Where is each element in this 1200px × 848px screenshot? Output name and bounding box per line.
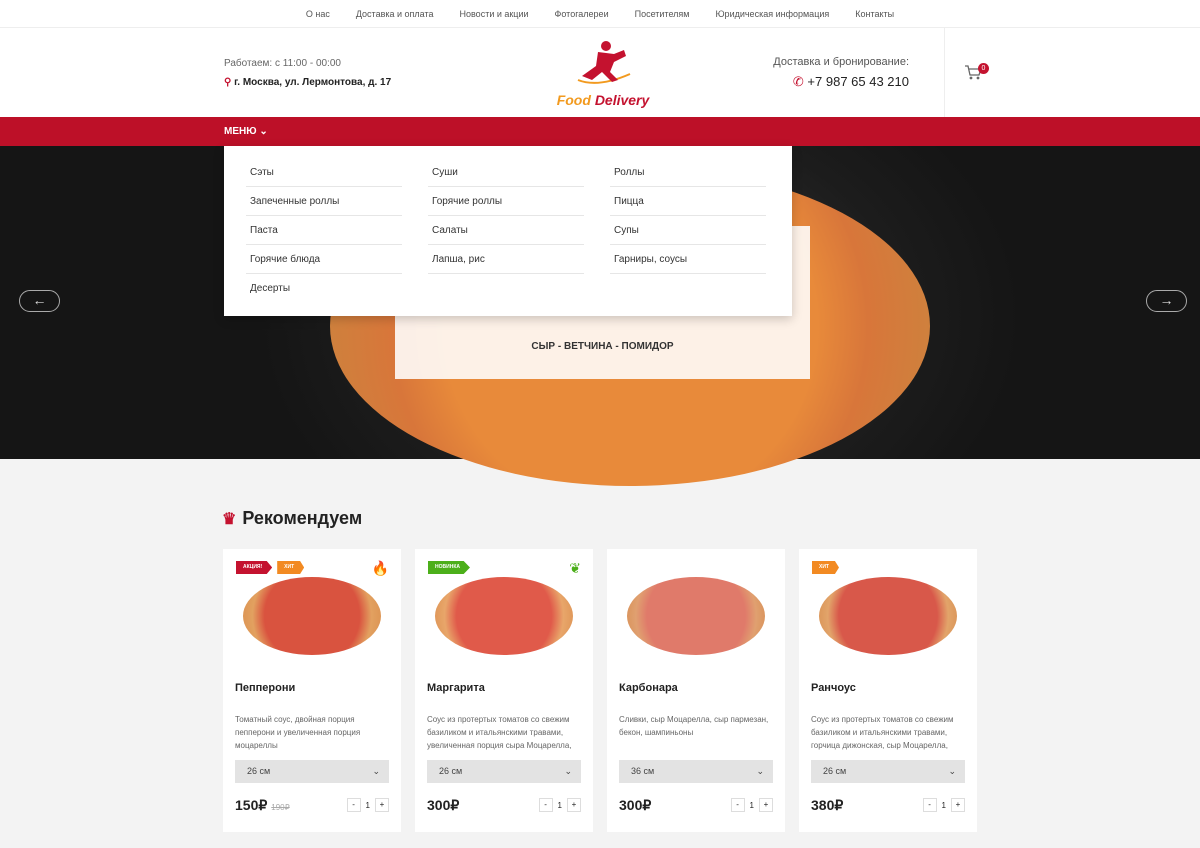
product-description: Соус из протертых томатов со свежим бази… xyxy=(427,715,572,750)
chevron-down-icon: ⌄ xyxy=(564,766,572,776)
increment-button[interactable]: + xyxy=(567,798,581,812)
leaf-icon: ❦ xyxy=(569,560,581,576)
section-title: ♛ Рекомендуем xyxy=(222,508,363,528)
fire-icon: 🔥 xyxy=(371,560,389,576)
phone-icon: ✆ xyxy=(792,74,804,89)
product-tag: НОВИНКА xyxy=(428,561,470,574)
quantity-value: 1 xyxy=(365,800,370,810)
product-description: Соус из протертых томатов со свежим бази… xyxy=(811,715,954,750)
product-description: Сливки, сыр Моцарелла, сыр пармезан, бек… xyxy=(619,715,769,737)
size-select[interactable]: 26 см ⌄ xyxy=(427,760,581,783)
cart-button[interactable]: 0 xyxy=(944,28,1004,117)
quantity-value: 1 xyxy=(557,800,562,810)
menu-item[interactable]: Десерты xyxy=(246,274,402,303)
menu-item[interactable]: Гарниры, соусы xyxy=(610,245,766,274)
nav-link[interactable]: Новости и акции xyxy=(460,9,529,19)
cart-count-badge: 0 xyxy=(978,63,989,74)
menu-item[interactable]: Пицца xyxy=(610,187,766,216)
size-select[interactable]: 26 см ⌄ xyxy=(811,760,965,783)
menu-item[interactable]: Роллы xyxy=(610,158,766,187)
menu-item[interactable]: Суши xyxy=(428,158,584,187)
product-price: 150₽ 190₽ xyxy=(235,797,290,813)
product-card: Карбонара Сливки, сыр Моцарелла, сыр пар… xyxy=(607,549,785,832)
menu-item[interactable]: Паста xyxy=(246,216,402,245)
menu-bar: МЕНЮ ⌄ xyxy=(0,117,1200,146)
phone-number[interactable]: +7 987 65 43 210 xyxy=(807,74,909,89)
product-list: АКЦИЯ! ХИТ 🔥 Пепперони Томатный соус, двой… xyxy=(223,549,977,832)
next-slide-button[interactable]: → xyxy=(1146,290,1187,312)
old-price: 190₽ xyxy=(271,803,290,812)
product-image[interactable] xyxy=(627,577,765,655)
crown-icon: ♛ xyxy=(222,510,237,528)
decrement-button[interactable]: - xyxy=(730,798,745,812)
product-name[interactable]: Маргарита xyxy=(427,682,485,694)
increment-button[interactable]: + xyxy=(375,798,389,812)
quantity-value: 1 xyxy=(941,800,946,810)
quantity-stepper: -1 + xyxy=(538,798,581,812)
product-name[interactable]: Пепперони xyxy=(235,682,295,694)
increment-button[interactable]: + xyxy=(759,798,773,812)
product-price: 380₽ xyxy=(811,797,844,813)
address: г. Москва, ул. Лермонтова, д. 17 xyxy=(234,77,392,88)
product-price: 300₽ xyxy=(619,797,652,813)
size-select[interactable]: 36 см ⌄ xyxy=(619,760,773,783)
decrement-button[interactable]: - xyxy=(538,798,553,812)
nav-link[interactable]: Контакты xyxy=(855,9,894,19)
product-price: 300₽ xyxy=(427,797,460,813)
nav-link[interactable]: Посетителям xyxy=(635,9,690,19)
opening-hours: Работаем: с 11:00 - 00:00 xyxy=(224,58,341,69)
courier-logo-icon xyxy=(577,41,631,84)
header: Работаем: с 11:00 - 00:00 ⚲ г. Москва, у… xyxy=(0,28,1200,117)
top-nav: О нас Доставка и оплата Новости и акции … xyxy=(0,0,1200,28)
decrement-button[interactable]: - xyxy=(346,798,361,812)
size-select[interactable]: 26 см ⌄ xyxy=(235,760,389,783)
chevron-down-icon: ⌄ xyxy=(756,766,764,776)
delivery-label: Доставка и бронирование: xyxy=(773,56,909,68)
product-card: НОВИНКА ❦ Маргарита Соус из протертых том… xyxy=(415,549,593,832)
menu-item[interactable]: Горячие роллы xyxy=(428,187,584,216)
menu-item[interactable]: Горячие блюда xyxy=(246,245,402,274)
product-card: АКЦИЯ! ХИТ 🔥 Пепперони Томатный соус, двой… xyxy=(223,549,401,832)
chevron-down-icon: ⌄ xyxy=(948,766,956,776)
product-description: Томатный соус, двойная порция пепперони … xyxy=(235,715,361,750)
nav-link[interactable]: О нас xyxy=(306,9,330,19)
menu-item[interactable]: Сэты xyxy=(246,158,402,187)
nav-link[interactable]: Фотогалереи xyxy=(555,9,609,19)
quantity-stepper: -1 + xyxy=(346,798,389,812)
chevron-down-icon: ⌄ xyxy=(372,766,380,776)
menu-item[interactable]: Супы xyxy=(610,216,766,245)
product-tag: АКЦИЯ! xyxy=(236,561,273,574)
product-card: ХИТ Ранчоус Соус из протертых томатов со… xyxy=(799,549,977,832)
increment-button[interactable]: + xyxy=(951,798,965,812)
quantity-stepper: -1 + xyxy=(730,798,773,812)
product-name[interactable]: Карбонара xyxy=(619,682,678,694)
nav-link[interactable]: Доставка и оплата xyxy=(356,9,434,19)
chevron-down-icon: ⌄ xyxy=(259,126,268,137)
product-image[interactable] xyxy=(243,577,381,655)
nav-link[interactable]: Юридическая информация xyxy=(715,9,829,19)
product-name[interactable]: Ранчоус xyxy=(811,682,856,694)
menu-item[interactable]: Запеченные роллы xyxy=(246,187,402,216)
menu-item[interactable]: Салаты xyxy=(428,216,584,245)
quantity-value: 1 xyxy=(749,800,754,810)
quantity-stepper: -1 + xyxy=(922,798,965,812)
prev-slide-button[interactable]: ← xyxy=(19,290,60,312)
product-tag: ХИТ xyxy=(277,561,305,574)
logo[interactable]: Food Delivery xyxy=(553,36,653,108)
menu-item[interactable]: Лапша, рис xyxy=(428,245,584,274)
product-tag: ХИТ xyxy=(812,561,839,574)
menu-toggle[interactable]: МЕНЮ ⌄ xyxy=(224,126,268,137)
decrement-button[interactable]: - xyxy=(922,798,937,812)
location-pin-icon: ⚲ xyxy=(224,77,232,88)
product-image[interactable] xyxy=(435,577,573,655)
product-image[interactable] xyxy=(819,577,957,655)
menu-dropdown: Сэты Суши Роллы Запеченные роллы Горячие… xyxy=(224,146,792,316)
